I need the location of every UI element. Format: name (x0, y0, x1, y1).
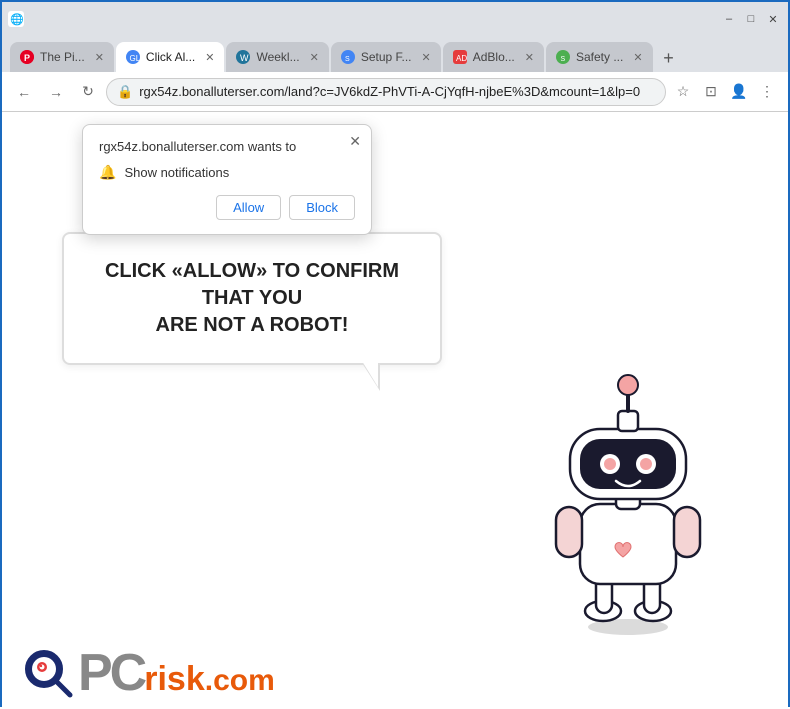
minimize-button[interactable]: – (720, 10, 738, 28)
dotcom-text: .com (205, 664, 275, 698)
notification-popup: ✕ rgx54z.bonalluterser.com wants to 🔔 Sh… (82, 124, 372, 235)
tab-adblock-label: AdBlo... (473, 50, 515, 64)
pcrisk-magnifier-icon (22, 647, 74, 699)
browser-logo-icon: 🌐 (8, 11, 24, 27)
tabs-bar: P The Pi... ✕ GL Click Al... ✕ W Weekl..… (2, 36, 788, 72)
pc-letters: PC (78, 647, 144, 699)
pcrisk-logo: PC risk .com (22, 647, 275, 699)
svg-text:AD: AD (456, 54, 467, 63)
address-bar: ← → ↻ 🔒 rgx54z.bonalluterser.com/land?c=… (2, 72, 788, 112)
robot-image (528, 349, 728, 629)
back-button[interactable]: ← (10, 78, 38, 106)
popup-notification-text: Show notifications (124, 165, 229, 180)
tab-click-label: Click Al... (146, 50, 195, 64)
popup-buttons: Allow Block (99, 195, 355, 220)
popup-close-button[interactable]: ✕ (349, 133, 361, 150)
robot-svg (528, 349, 728, 639)
setup-favicon-icon: S (341, 50, 355, 64)
tab-setup[interactable]: S Setup F... ✕ (331, 42, 441, 72)
speech-bubble-area: CLICK «ALLOW» TO CONFIRM THAT YOU ARE NO… (62, 232, 528, 365)
tab-adblock[interactable]: AD AdBlo... ✕ (443, 42, 544, 72)
popup-title: rgx54z.bonalluterser.com wants to (99, 139, 355, 154)
browser-chrome: 🌐 – □ ✕ P The Pi... ✕ GL Click Al... ✕ (2, 2, 788, 112)
svg-text:W: W (240, 53, 249, 63)
forward-button[interactable]: → (42, 78, 70, 106)
url-text: rgx54z.bonalluterser.com/land?c=JV6kdZ-P… (139, 84, 640, 99)
popup-notification-row: 🔔 Show notifications (99, 164, 355, 181)
bubble-line2: ARE NOT A ROBOT! (156, 314, 349, 336)
tab-pinterest-close[interactable]: ✕ (95, 51, 104, 64)
window-controls: – □ ✕ (720, 10, 782, 28)
block-button[interactable]: Block (289, 195, 355, 220)
menu-icon[interactable]: ⋮ (754, 79, 780, 105)
page-content: ✕ rgx54z.bonalluterser.com wants to 🔔 Sh… (2, 112, 788, 709)
bell-icon: 🔔 (99, 164, 116, 181)
tab-setup-close[interactable]: ✕ (422, 51, 431, 64)
tab-weekly-close[interactable]: ✕ (310, 51, 319, 64)
svg-text:S: S (560, 56, 565, 63)
allow-button[interactable]: Allow (216, 195, 281, 220)
bookmark-icon[interactable]: ☆ (670, 79, 696, 105)
svg-text:GL: GL (129, 54, 140, 63)
tab-safety[interactable]: S Safety ... ✕ (546, 42, 653, 72)
pcrisk-text: PC risk .com (78, 647, 275, 699)
address-icons: ☆ ⊡ 👤 ⋮ (670, 79, 780, 105)
tab-click-al[interactable]: GL Click Al... ✕ (116, 42, 225, 72)
tab-safety-close[interactable]: ✕ (633, 51, 642, 64)
adblock-favicon-icon: AD (453, 50, 467, 64)
new-tab-button[interactable]: + (655, 44, 683, 72)
tab-pinterest[interactable]: P The Pi... ✕ (10, 42, 114, 72)
tab-safety-label: Safety ... (576, 50, 623, 64)
tab-setup-label: Setup F... (361, 50, 412, 64)
wp-favicon-icon: W (236, 50, 250, 64)
refresh-button[interactable]: ↻ (74, 78, 102, 106)
bubble-text: CLICK «ALLOW» TO CONFIRM THAT YOU ARE NO… (92, 258, 412, 339)
maximize-button[interactable]: □ (742, 10, 760, 28)
url-box[interactable]: 🔒 rgx54z.bonalluterser.com/land?c=JV6kdZ… (106, 78, 666, 106)
lock-icon: 🔒 (117, 84, 133, 100)
svg-text:🌐: 🌐 (10, 13, 24, 26)
svg-text:P: P (24, 53, 30, 63)
pinterest-favicon-icon: P (20, 50, 34, 64)
click-favicon-icon: GL (126, 50, 140, 64)
close-button[interactable]: ✕ (764, 10, 782, 28)
risk-text: risk (144, 660, 205, 699)
title-bar: 🌐 – □ ✕ (2, 2, 788, 36)
safety-favicon-icon: S (556, 50, 570, 64)
tab-pinterest-label: The Pi... (40, 50, 85, 64)
tab-weekly[interactable]: W Weekl... ✕ (226, 42, 328, 72)
tab-click-close[interactable]: ✕ (205, 51, 214, 64)
tab-weekly-label: Weekl... (256, 50, 299, 64)
split-view-icon[interactable]: ⊡ (698, 79, 724, 105)
profile-icon[interactable]: 👤 (726, 79, 752, 105)
tab-adblock-close[interactable]: ✕ (525, 51, 534, 64)
bubble-line1: CLICK «ALLOW» TO CONFIRM THAT YOU (105, 260, 399, 309)
speech-bubble: CLICK «ALLOW» TO CONFIRM THAT YOU ARE NO… (62, 232, 442, 365)
svg-text:S: S (345, 56, 350, 63)
